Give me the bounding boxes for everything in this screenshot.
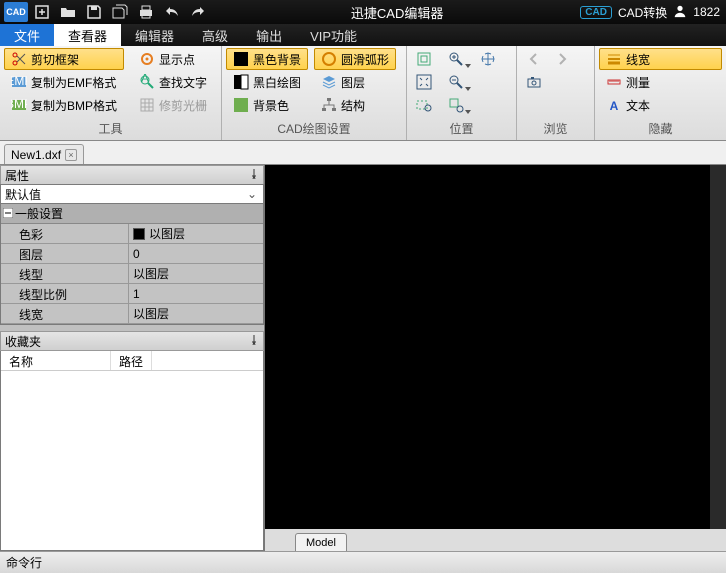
measure-button[interactable]: 测量 [599,71,722,93]
menu-advanced[interactable]: 高级 [188,24,242,46]
group-title-pos: 位置 [411,118,512,140]
prop-row[interactable]: 线型比例1 [1,284,263,304]
open-icon[interactable] [56,2,80,22]
bmp-icon: BMP [11,97,27,113]
find-text-button[interactable]: A查找文字 [132,71,214,93]
user-icon[interactable] [673,4,687,21]
chevron-down-icon[interactable]: ⌄ [245,187,259,201]
undo-icon[interactable] [160,2,184,22]
fav-col-path[interactable]: 路径 [111,351,152,370]
zoom-in-button[interactable] [439,48,473,70]
group-title-tools: 工具 [4,118,217,140]
new-tab-icon[interactable] [30,2,54,22]
prop-row[interactable]: 线宽以图层 [1,304,263,324]
cad-badge: CAD [580,6,612,19]
scissors-icon [11,51,27,67]
menu-file[interactable]: 文件 [0,24,54,46]
arc-icon [321,51,337,67]
document-tab-label: New1.dxf [11,148,61,162]
structure-icon [321,97,337,113]
favorites-list[interactable]: 名称 路径 [0,351,264,551]
ribbon: 剪切框架 EMF复制为EMF格式 BMP复制为BMP格式 显示点 A查找文字 修… [0,46,726,141]
redo-icon[interactable] [186,2,210,22]
prop-row[interactable]: 色彩以图层 [1,224,263,244]
app-title: 迅捷CAD编辑器 [214,3,580,22]
drawing-canvas[interactable] [265,165,726,529]
prop-row[interactable]: 线型以图层 [1,264,263,284]
lineweight-icon [606,51,622,67]
svg-text:BMP: BMP [11,97,27,111]
bw-draw-button[interactable]: 黑白绘图 [226,71,308,93]
properties-header: 属性 [0,165,264,185]
menu-editor[interactable]: 编辑器 [121,24,188,46]
zoom-out-button[interactable] [439,71,473,93]
save-icon[interactable] [82,2,106,22]
model-tab[interactable]: Model [295,533,347,551]
document-tab[interactable]: New1.dxf × [4,144,84,164]
favorites-header: 收藏夹 [0,331,264,351]
zoom-select-button[interactable] [439,94,473,116]
color-swatch [133,228,145,240]
menu-vip[interactable]: VIP功能 [296,24,371,46]
trim-raster-button: 修剪光栅 [132,94,214,116]
fav-col-name[interactable]: 名称 [1,351,111,370]
group-title-cad: CAD绘图设置 [226,118,402,140]
copy-emf-button[interactable]: EMF复制为EMF格式 [4,71,124,93]
camera-button[interactable] [521,71,547,93]
bgcolor-icon [233,97,249,113]
emf-icon: EMF [11,74,27,90]
print-icon[interactable] [134,2,158,22]
defaults-combo[interactable]: 默认值 ⌄ [0,184,264,204]
text-button[interactable]: A文本 [599,94,722,116]
copy-bmp-button[interactable]: BMP复制为BMP格式 [4,94,124,116]
pin-icon[interactable] [249,168,259,182]
black-bg-button[interactable]: 黑色背景 [226,48,308,70]
cut-frame-button[interactable]: 剪切框架 [4,48,124,70]
command-line[interactable]: 命令行 [0,551,726,573]
save-all-icon[interactable] [108,2,132,22]
user-count: 1822 [693,5,720,19]
collapse-icon[interactable] [3,207,13,221]
ruler-icon [606,74,622,90]
nav-fwd-button [549,48,575,70]
group-title-hide: 隐藏 [599,118,722,140]
close-tab-icon[interactable]: × [65,149,77,161]
menu-viewer[interactable]: 查看器 [54,24,121,46]
prop-section[interactable]: 一般设置 [1,204,263,224]
group-title-browse: 浏览 [521,118,590,140]
zoom-extents-button[interactable] [411,71,437,93]
document-tabs: New1.dxf × [0,141,726,165]
smooth-arc-button[interactable]: 圆滑弧形 [314,48,396,70]
svg-text:A: A [141,74,149,85]
structure-button[interactable]: 结构 [314,94,396,116]
fit-window-button[interactable] [411,48,437,70]
nav-back-button [521,48,547,70]
zoom-window-button[interactable] [411,94,437,116]
app-logo: CAD [4,2,28,22]
prop-row[interactable]: 图层0 [1,244,263,264]
svg-text:A: A [610,99,619,113]
lineweight-button[interactable]: 线宽 [599,48,722,70]
blackbg-icon [233,51,249,67]
point-icon [139,51,155,67]
raster-icon [139,97,155,113]
layer-icon [321,74,337,90]
property-grid: 一般设置 色彩以图层 图层0 线型以图层 线型比例1 线宽以图层 [0,204,264,325]
menu-output[interactable]: 输出 [242,24,296,46]
layer-button[interactable]: 图层 [314,71,396,93]
search-text-icon: A [139,74,155,90]
svg-text:EMF: EMF [11,74,27,88]
bw-icon [233,74,249,90]
menu-bar: 文件 查看器 编辑器 高级 输出 VIP功能 [0,24,726,46]
pan-button[interactable] [475,48,501,70]
text-icon: A [606,97,622,113]
scrollbar-vertical[interactable] [710,165,726,529]
cad-convert-button[interactable]: CAD转换 [618,4,667,21]
bg-color-button[interactable]: 背景色 [226,94,308,116]
show-point-button[interactable]: 显示点 [132,48,214,70]
pin-icon[interactable] [249,334,259,348]
